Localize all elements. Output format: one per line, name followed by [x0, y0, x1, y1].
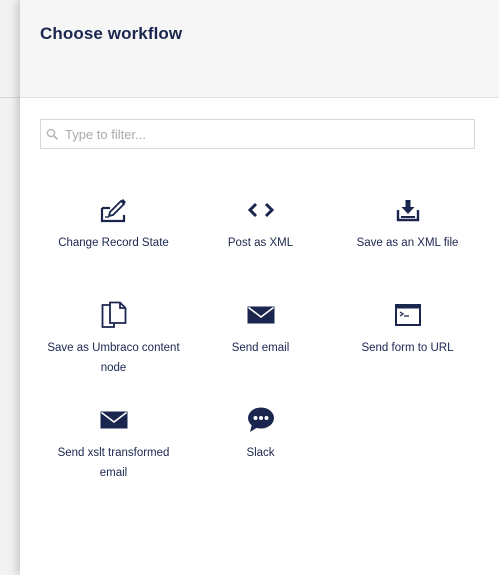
edit-document-icon — [99, 195, 129, 225]
page-backdrop — [0, 0, 20, 575]
workflow-post-as-xml[interactable]: Post as XML — [187, 195, 334, 300]
filter-field[interactable] — [40, 119, 475, 149]
backdrop-divider — [0, 97, 20, 98]
workflow-list: Change Record State Post as XML Save as … — [40, 195, 481, 510]
workflow-label: Send xslt transformed email — [57, 447, 170, 479]
workflow-label: Change Record State — [58, 237, 169, 249]
code-icon — [246, 195, 276, 225]
workflow-send-email[interactable]: Send email — [187, 300, 334, 405]
search-icon — [46, 128, 58, 140]
workflow-label: Send email — [231, 342, 290, 354]
dialog-title: Choose workflow — [40, 24, 183, 43]
terminal-icon — [393, 300, 423, 330]
workflow-label: Send form to URL — [361, 342, 454, 354]
workflow-save-as-umbraco-content-node[interactable]: Save as Umbraco content node — [40, 300, 187, 405]
workflow-save-as-xml-file[interactable]: Save as an XML file — [334, 195, 481, 300]
workflow-label: Slack — [246, 447, 275, 459]
workflow-send-form-to-url[interactable]: Send form to URL — [334, 300, 481, 405]
dialog-header: Choose workflow — [20, 0, 499, 98]
download-icon — [393, 195, 423, 225]
workflow-slack[interactable]: Slack — [187, 405, 334, 510]
envelope-icon — [246, 300, 276, 330]
workflow-change-record-state[interactable]: Change Record State — [40, 195, 187, 300]
chat-bubble-icon — [246, 405, 276, 435]
documents-icon — [99, 300, 129, 330]
workflow-dialog: Choose workflow Change Record State — [20, 0, 499, 575]
envelope-icon — [99, 405, 129, 435]
filter-input[interactable] — [65, 124, 465, 144]
workflow-label: Save as Umbraco content node — [47, 342, 180, 374]
workflow-label: Save as an XML file — [356, 237, 459, 249]
workflow-label: Post as XML — [227, 237, 294, 249]
workflow-send-xslt-transformed-email[interactable]: Send xslt transformed email — [40, 405, 187, 510]
